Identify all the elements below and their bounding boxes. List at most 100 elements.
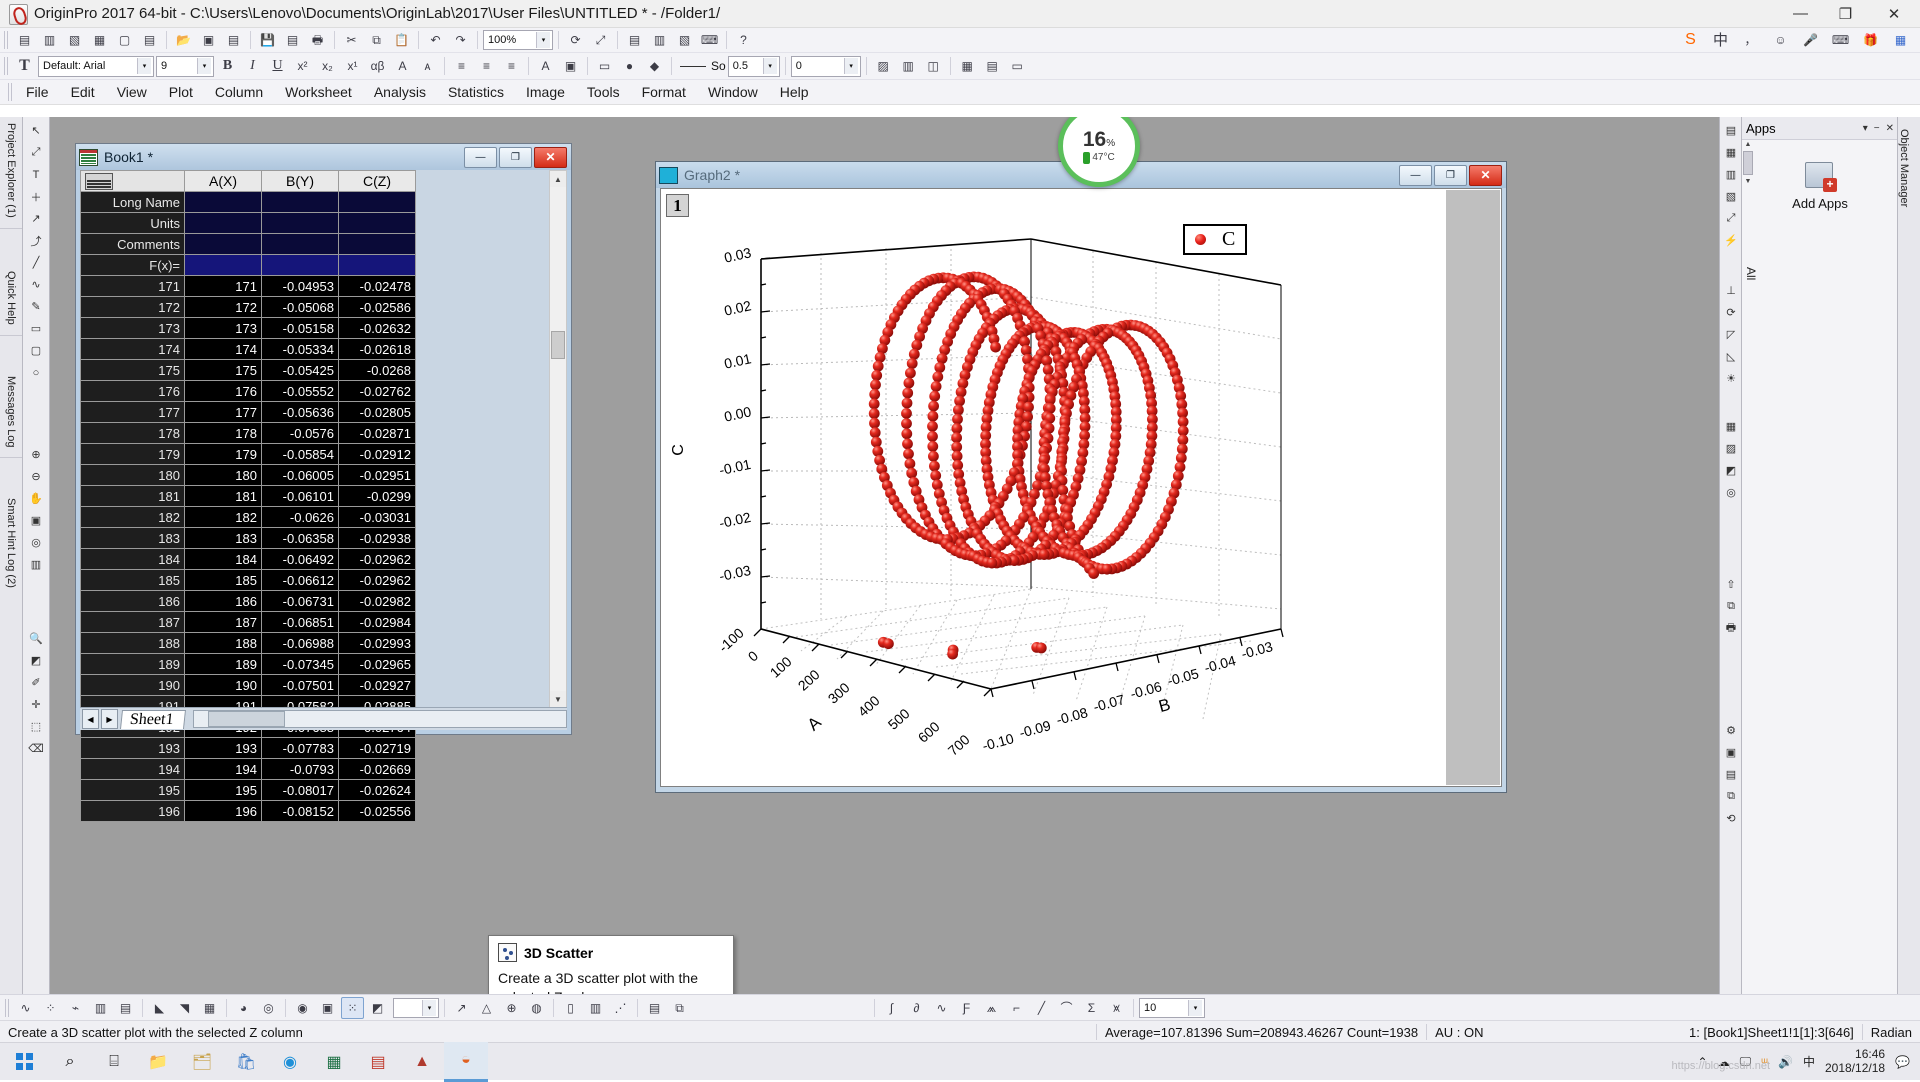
differentiate-icon[interactable]: ∂: [905, 997, 928, 1019]
redo-icon[interactable]: ↷: [449, 29, 472, 51]
book1-maximize-button[interactable]: ❐: [499, 147, 532, 168]
font-size-combo[interactable]: 9 ▾: [156, 56, 214, 77]
cell-a[interactable]: 183: [185, 528, 262, 549]
grid-icon[interactable]: ▦: [956, 55, 979, 77]
supsub-button[interactable]: x¹: [341, 55, 364, 77]
ime-emoji-icon[interactable]: ☺: [1769, 29, 1792, 51]
graph2-window[interactable]: Graph2 * — ❐ ✕ 1: [655, 161, 1507, 793]
table-row[interactable]: 188188-0.06988-0.02993: [81, 633, 416, 654]
code-builder-icon[interactable]: ⌨: [698, 29, 721, 51]
normality-icon[interactable]: ⩙: [1105, 997, 1128, 1019]
histogram-icon[interactable]: ▥: [584, 997, 607, 1019]
line-symbol-plot-icon[interactable]: ⌁: [64, 997, 87, 1019]
cell-a[interactable]: 190: [185, 675, 262, 696]
menu-view[interactable]: View: [106, 81, 158, 103]
cell-a[interactable]: 176: [185, 381, 262, 402]
cell-c[interactable]: -0.02951: [339, 465, 416, 486]
tray-volume-icon[interactable]: 🔊: [1778, 1055, 1793, 1069]
circle-tool-icon[interactable]: ○: [24, 362, 48, 383]
skype-icon[interactable]: S: [1679, 29, 1702, 51]
cell-b[interactable]: -0.05854: [262, 444, 339, 465]
tray-ime-icon[interactable]: 中: [1803, 1053, 1815, 1070]
table-row[interactable]: 172172-0.05068-0.02586: [81, 297, 416, 318]
maximize-button[interactable]: ❐: [1823, 0, 1868, 27]
menu-help[interactable]: Help: [769, 81, 820, 103]
text-color-icon[interactable]: A: [534, 55, 557, 77]
cell-b[interactable]: -0.07783: [262, 738, 339, 759]
table-row[interactable]: 196196-0.08152-0.02556: [81, 801, 416, 822]
rail-tilt-icon[interactable]: ◸: [1719, 324, 1743, 345]
zoom-combo[interactable]: 100% ▾: [483, 30, 553, 50]
superscript-button[interactable]: x²: [291, 55, 314, 77]
close-button[interactable]: ✕: [1868, 0, 1920, 27]
rail-arrange-icon[interactable]: ▦: [1719, 142, 1743, 163]
task-view-icon[interactable]: ⌸: [92, 1043, 136, 1080]
table-row[interactable]: 184184-0.06492-0.02962: [81, 549, 416, 570]
cell-a[interactable]: 182: [185, 507, 262, 528]
taskbar-clock[interactable]: 16:46 2018/12/18: [1825, 1048, 1885, 1076]
screen-reader-icon[interactable]: ◎: [24, 532, 48, 553]
freehand-tool-icon[interactable]: ✎: [24, 296, 48, 317]
cell-a[interactable]: 185: [185, 570, 262, 591]
rail-surface-icon[interactable]: ◩: [1719, 460, 1743, 481]
rectangle-tool-icon[interactable]: ▢: [24, 340, 48, 361]
cell-c[interactable]: -0.02478: [339, 276, 416, 297]
table-row[interactable]: 173173-0.05158-0.02632: [81, 318, 416, 339]
cell-b[interactable]: -0.05068: [262, 297, 339, 318]
mask-tool-icon[interactable]: ◩: [24, 650, 48, 671]
menu-column[interactable]: Column: [204, 81, 274, 103]
meta-row-comments[interactable]: Comments: [81, 234, 416, 255]
table-row[interactable]: 180180-0.06005-0.02951: [81, 465, 416, 486]
rail-export-icon[interactable]: ⇧: [1719, 574, 1743, 595]
cell-a[interactable]: 178: [185, 423, 262, 444]
cell-b[interactable]: -0.05552: [262, 381, 339, 402]
annotate-tool-icon[interactable]: ✐: [24, 672, 48, 693]
worksheet-horizontal-scrollbar[interactable]: [193, 710, 567, 728]
italic-button[interactable]: I: [241, 55, 264, 77]
qq-plot-icon[interactable]: ⋰: [609, 997, 632, 1019]
align-right-icon[interactable]: ≡: [500, 55, 523, 77]
area-plot-icon[interactable]: ◣: [148, 997, 171, 1019]
meta-cell-a-units[interactable]: [185, 213, 262, 234]
smooth-icon[interactable]: ∿: [930, 997, 953, 1019]
table-row[interactable]: 181181-0.06101-0.0299: [81, 486, 416, 507]
cell-c[interactable]: -0.02556: [339, 801, 416, 822]
pan-tool-icon[interactable]: ✋: [24, 488, 48, 509]
cell-a[interactable]: 186: [185, 591, 262, 612]
menu-image[interactable]: Image: [515, 81, 576, 103]
ime-chinese-icon[interactable]: 中: [1709, 29, 1732, 51]
menu-plot[interactable]: Plot: [158, 81, 204, 103]
select-all-corner[interactable]: [81, 171, 185, 192]
table-row[interactable]: 183183-0.06358-0.02938: [81, 528, 416, 549]
3d-type-chevron-down-icon[interactable]: ▾: [422, 1000, 436, 1016]
smith-chart-icon[interactable]: ◍: [525, 997, 548, 1019]
cell-a[interactable]: 171: [185, 276, 262, 297]
meta-cell-b-units[interactable]: [262, 213, 339, 234]
apps-chevron-down-icon[interactable]: ▾: [1863, 123, 1868, 134]
add-object-icon[interactable]: ＋: [24, 186, 48, 207]
cell-a[interactable]: 175: [185, 360, 262, 381]
new-layout-icon[interactable]: ▢: [113, 29, 136, 51]
table-row[interactable]: 195195-0.08017-0.02624: [81, 780, 416, 801]
cell-a[interactable]: 180: [185, 465, 262, 486]
rail-perspective-icon[interactable]: ◺: [1719, 346, 1743, 367]
meta-cell-c-units[interactable]: [339, 213, 416, 234]
line-style-icon[interactable]: ▭: [593, 55, 616, 77]
start-button[interactable]: [0, 1043, 48, 1080]
minimize-button[interactable]: —: [1778, 0, 1823, 27]
table-row[interactable]: 174174-0.05334-0.02618: [81, 339, 416, 360]
ternary-plot-icon[interactable]: △: [475, 997, 498, 1019]
menu-window[interactable]: Window: [697, 81, 769, 103]
apps-all-tab[interactable]: All: [1744, 267, 1758, 280]
cell-a[interactable]: 196: [185, 801, 262, 822]
cell-b[interactable]: -0.06005: [262, 465, 339, 486]
cell-a[interactable]: 172: [185, 297, 262, 318]
cell-c[interactable]: -0.02993: [339, 633, 416, 654]
scatter-3d-plot[interactable]: [661, 189, 1501, 785]
cell-a[interactable]: 188: [185, 633, 262, 654]
image-plot-icon[interactable]: ▣: [316, 997, 339, 1019]
fill-area-icon[interactable]: ◥: [173, 997, 196, 1019]
column-header-c[interactable]: C(Z): [339, 171, 416, 192]
cell-b[interactable]: -0.05636: [262, 402, 339, 423]
region-tool-icon[interactable]: ▭: [24, 318, 48, 339]
